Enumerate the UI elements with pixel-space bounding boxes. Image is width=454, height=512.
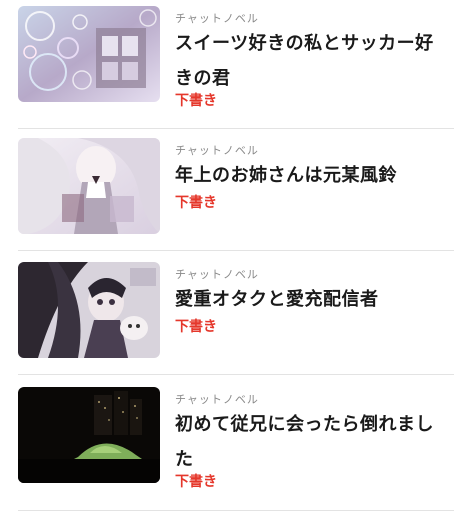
divider — [18, 510, 454, 511]
story-genre: チャットノベル — [175, 268, 259, 281]
story-status: 下書き — [175, 195, 217, 211]
story-thumbnail — [18, 6, 160, 102]
story-status: 下書き — [175, 474, 217, 490]
story-genre: チャットノベル — [175, 393, 259, 406]
story-thumbnail — [18, 387, 160, 483]
pale-haired-girl-illustration — [18, 138, 160, 234]
story-thumbnail — [18, 262, 160, 358]
story-status: 下書き — [175, 319, 217, 335]
story-status: 下書き — [175, 93, 217, 109]
story-title: スイーツ好きの私とサッカー好きの君 — [175, 33, 434, 89]
divider — [18, 374, 454, 375]
story-genre: チャットノベル — [175, 12, 259, 25]
story-card-sweets[interactable]: チャットノベル スイーツ好きの私とサッカー好きの君 下書き — [18, 6, 454, 128]
dark-haired-girl-with-plush-illustration — [18, 262, 160, 358]
story-thumbnail — [18, 138, 160, 234]
story-card-older-sister[interactable]: チャットノベル 年上のお姉さんは元某風鈴 下書き — [18, 138, 454, 250]
story-card-otaku-streamer[interactable]: チャットノベル 愛重オタクと愛充配信者 下書き — [18, 262, 454, 374]
night-city-tent-photo — [18, 387, 160, 483]
story-title: 愛重オタクと愛充配信者 — [175, 289, 379, 310]
story-genre: チャットノベル — [175, 144, 259, 157]
bubbles-window-illustration — [18, 6, 160, 102]
story-title: 初めて従兄に会ったら倒れました — [175, 414, 434, 470]
divider — [18, 128, 454, 129]
story-card-cousin[interactable]: チャットノベル 初めて従兄に会ったら倒れました 下書き — [18, 387, 454, 501]
divider — [18, 250, 454, 251]
story-title: 年上のお姉さんは元某風鈴 — [175, 165, 397, 186]
